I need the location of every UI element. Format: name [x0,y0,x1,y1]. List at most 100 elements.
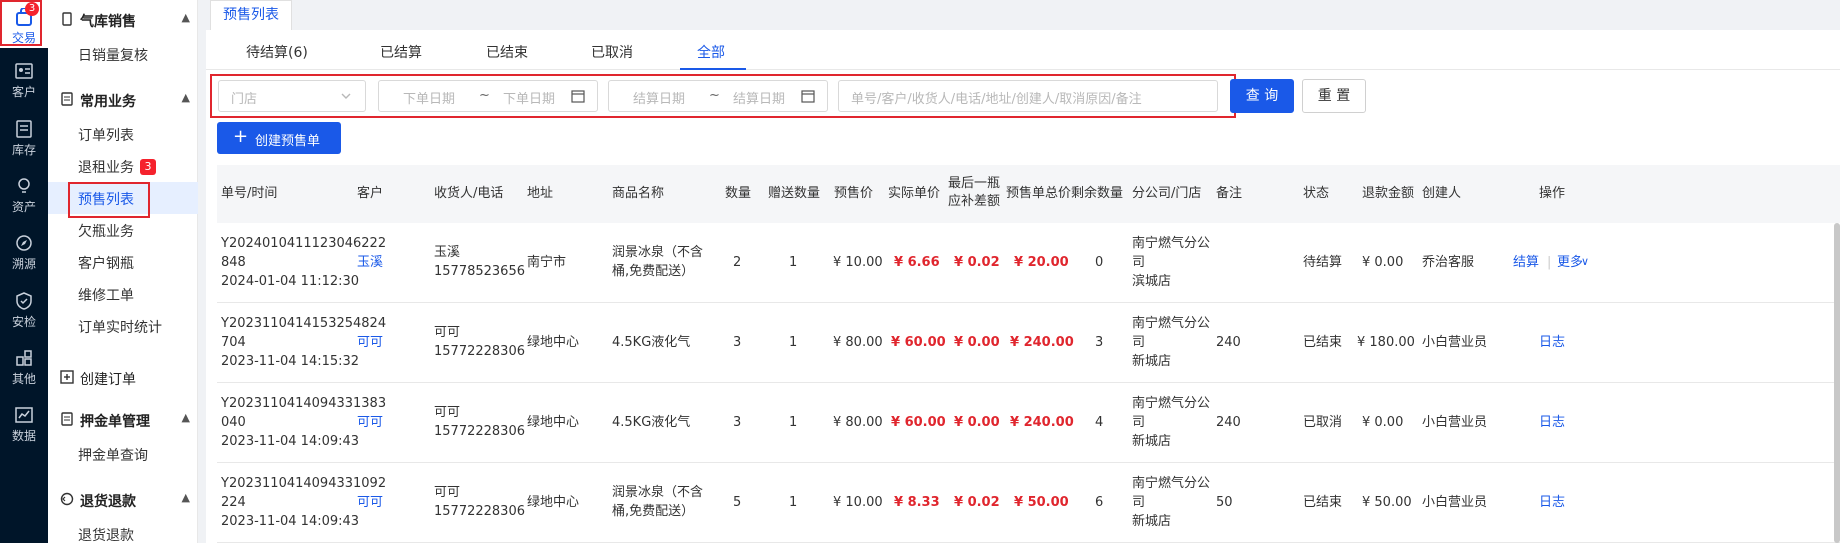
menu-item-owed-bottles[interactable]: 欠瓶业务 [48,214,198,246]
rail-item-other[interactable]: 其他 [0,349,48,387]
product-name: 桶,免费配送） [612,264,695,279]
rail-item-inventory[interactable]: 库存 [0,120,48,158]
unit-price: ¥ 60.00 [891,335,946,350]
rail-item-trace[interactable]: 溯源 [0,234,48,272]
th-presale-price: 预售价 [834,186,874,201]
address: 南宁市 [527,255,567,270]
branch: 南宁燃气分公 [1132,476,1211,491]
th-status: 状态 [1303,186,1330,201]
customer-link[interactable]: 可可 [357,493,383,512]
shield-icon [16,292,32,310]
rail-item-assets[interactable]: 资产 [0,177,48,215]
product-name: 4.5KG液化气 [612,415,691,430]
branch: 司 [1132,415,1146,430]
order-no: Y2024010411123046222 [221,236,387,251]
rail-label: 库存 [11,143,36,157]
menu-item-orders[interactable]: 订单列表 [48,118,198,150]
menu-item-repair[interactable]: 维修工单 [48,278,198,310]
tab-settled[interactable]: 已结算 [380,42,422,62]
last-diff: ¥ 0.00 [954,415,1000,430]
customer-link[interactable]: 可可 [357,333,383,352]
th-product: 商品名称 [612,186,665,201]
menu-item-refund[interactable]: 退货退款 [48,518,198,543]
th-creator: 创建人 [1422,186,1462,201]
remark: 50 [1216,495,1233,510]
log-link[interactable]: 日志 [1539,333,1565,352]
menu-item-customer-cylinders[interactable]: 客户钢瓶 [48,246,198,278]
menu-item-return-rent[interactable]: 退租业务 3 [48,150,198,182]
store: 新城店 [1132,434,1172,449]
table-row: Y2023110414094331383 040 2023-11-04 14:0… [217,383,1840,463]
customer-link[interactable]: 玉溪 [357,253,383,272]
rail-label: 客户 [11,85,36,99]
menu-group-deposit[interactable]: 押金单管理 ▲ [48,404,198,436]
doc-icon [61,92,73,106]
menu-item-label: 押金单查询 [78,448,148,464]
highlight-box [210,74,1236,118]
th-order-no: 单号/时间 [221,186,278,201]
plus-square-icon [60,370,74,384]
customer-link[interactable]: 可可 [357,413,383,432]
table-row: Y2024010411123046222 848 2024-01-04 11:1… [217,223,1840,303]
menu-group-label: 创建订单 [80,372,136,388]
product-name: 润景冰泉（不含 [612,245,704,260]
th-actions: 操作 [1539,186,1566,201]
th-gift-qty: 赠送数量 [768,186,821,201]
menu-item-daily-review[interactable]: 日销量复核 [48,38,198,70]
rail-item-customer[interactable]: 客户 [0,62,48,100]
status: 待结算 [1303,255,1343,270]
presale-price: ¥ 10.00 [833,495,883,510]
remain-qty: 0 [1095,255,1104,270]
tab-pending[interactable]: 待结算(6) [246,42,308,62]
receiver-name: 可可 [434,325,461,340]
menu-item-label: 欠瓶业务 [78,224,134,240]
log-link[interactable]: 日志 [1539,413,1565,432]
menu-item-label: 日销量复核 [78,48,148,64]
doc-icon [61,412,73,426]
branch: 南宁燃气分公 [1132,396,1211,411]
menu-group-label: 押金单管理 [80,414,150,430]
vertical-scrollbar[interactable] [1834,223,1840,543]
chevron-down-icon[interactable]: ∨ [1581,252,1589,271]
menu-item-realtime-stats[interactable]: 订单实时统计 [48,310,198,342]
tab-all[interactable]: 全部 [697,42,725,62]
tab-ended[interactable]: 已结束 [486,42,528,62]
table-row: Y2023110414153254824 704 2023-11-04 14:1… [217,303,1840,383]
create-presale-button[interactable]: + 创建预售单 [217,122,341,154]
order-time: 2023-11-04 14:09:43 [221,434,360,449]
page-tab-presale[interactable]: 预售列表 [210,0,292,30]
presale-price: ¥ 10.00 [833,255,883,270]
qty: 3 [733,415,742,430]
status: 已结束 [1303,495,1343,510]
search-button[interactable]: 查 询 [1230,79,1294,113]
rail-item-data[interactable]: 数据 [0,406,48,444]
status: 已结束 [1303,335,1343,350]
menu-group-refund[interactable]: 退货退款 ▲ [48,484,198,516]
tab-cancelled[interactable]: 已取消 [591,42,633,62]
th-qty: 数量 [725,186,752,201]
remark: 240 [1216,335,1241,350]
receiver-phone: 15778523656 [434,264,525,279]
status: 已取消 [1303,415,1343,430]
chevron-up-icon: ▲ [181,411,190,424]
menu-group-gas-sales[interactable]: 气库销售 ▲ [48,4,198,36]
th-unit-price: 实际单价 [888,186,941,201]
unit-price: ¥ 60.00 [891,415,946,430]
settle-link[interactable]: 结算 [1513,253,1539,272]
rail-item-safety[interactable]: 安检 [0,292,48,330]
remain-qty: 3 [1095,335,1104,350]
creator: 小白营业员 [1422,415,1488,430]
receiver-phone: 15772228306 [434,504,525,519]
menu-item-deposit-query[interactable]: 押金单查询 [48,438,198,470]
unit-price: ¥ 6.66 [894,255,940,270]
chevron-up-icon: ▲ [181,11,190,24]
order-time: 2023-11-04 14:15:32 [221,354,360,369]
product-name: 润景冰泉（不含 [612,485,704,500]
more-link[interactable]: 更多 [1557,253,1583,272]
menu-group-label: 退货退款 [80,494,136,510]
menu-group-create-order[interactable]: 创建订单 [48,362,198,394]
reset-button[interactable]: 重 置 [1302,79,1366,113]
log-link[interactable]: 日志 [1539,493,1565,512]
status-tabs: 待结算(6) 已结算 已结束 已取消 全部 [206,30,1840,70]
menu-group-common[interactable]: 常用业务 ▲ [48,84,198,116]
